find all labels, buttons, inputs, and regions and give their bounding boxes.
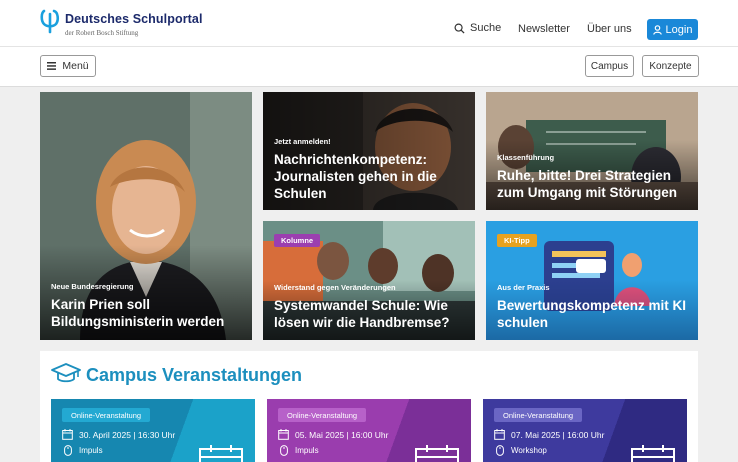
hamburger-icon	[47, 62, 57, 70]
calendar-icon	[199, 445, 243, 462]
graduation-cap-icon	[51, 363, 81, 383]
mouse-icon	[280, 445, 288, 456]
event-card[interactable]: Online-Veranstaltung 30. April 2025 | 16…	[51, 399, 255, 462]
article-tile-klassenfuehrung[interactable]: Klassenführung Ruhe, bitte! Drei Strateg…	[486, 92, 698, 210]
mouse-icon	[64, 445, 72, 456]
menu-label: Menü	[62, 60, 89, 72]
calendar-icon	[62, 429, 73, 440]
campus-button[interactable]: Campus	[585, 55, 634, 77]
calendar-icon	[494, 429, 505, 440]
logo-subtitle: der Robert Bosch Stiftung	[65, 29, 139, 37]
event-date: 30. April 2025 | 16:30 Uhr	[62, 429, 175, 440]
article-tile-ki[interactable]: KI-Tipp Aus der Praxis Bewertungskompete…	[486, 221, 698, 340]
campus-title: Campus Veranstaltungen	[86, 365, 303, 385]
calendar-icon	[278, 429, 289, 440]
tile-kicker: Jetzt anmelden!	[274, 137, 331, 146]
tile-kicker: Widerstand gegen Veränderungen	[274, 283, 396, 292]
login-button[interactable]: Login	[647, 19, 698, 40]
event-type: Impuls	[64, 445, 103, 456]
article-tile-nachrichten[interactable]: Jetzt anmelden! Nachrichtenkompetenz: Jo…	[263, 92, 475, 210]
campus-section: Campus Veranstaltungen Online-Veranstalt…	[40, 351, 698, 462]
mouse-icon	[496, 445, 504, 456]
search-icon	[454, 23, 465, 34]
menu-button[interactable]: Menü	[40, 55, 96, 77]
tile-headline[interactable]: Systemwandel Schule: Wie lösen wir die H…	[274, 297, 474, 331]
event-type: Workshop	[496, 445, 547, 456]
category-badge[interactable]: KI-Tipp	[497, 234, 537, 247]
event-tag: Online-Veranstaltung	[62, 408, 151, 422]
event-tag: Online-Veranstaltung	[494, 408, 583, 422]
event-tag: Online-Veranstaltung	[278, 408, 367, 422]
article-tile-prien[interactable]: Neue Bundesregierung Karin Prien soll Bi…	[40, 92, 252, 340]
about-link[interactable]: Über uns	[587, 23, 632, 35]
event-card[interactable]: Online-Veranstaltung 07. Mai 2025 | 16:0…	[483, 399, 687, 462]
logo-icon[interactable]	[40, 8, 60, 34]
event-date: 05. Mai 2025 | 16:00 Uhr	[278, 429, 388, 440]
event-type: Impuls	[280, 445, 319, 456]
logo-title[interactable]: Deutsches Schulportal	[65, 12, 203, 26]
login-label: Login	[665, 23, 693, 36]
user-icon	[652, 24, 662, 35]
category-badge[interactable]: Kolumne	[274, 234, 321, 247]
tile-kicker: Neue Bundesregierung	[51, 282, 134, 291]
tile-headline[interactable]: Nachrichtenkompetenz: Journalisten gehen…	[274, 151, 444, 202]
top-header: Deutsches Schulportal der Robert Bosch S…	[0, 0, 738, 47]
event-card[interactable]: Online-Veranstaltung 05. Mai 2025 | 16:0…	[267, 399, 471, 462]
search-button[interactable]: Suche	[454, 22, 501, 34]
search-label: Suche	[470, 22, 502, 34]
article-tile-kolumne[interactable]: Kolumne Widerstand gegen Veränderungen S…	[263, 221, 475, 340]
tile-kicker: Aus der Praxis	[497, 283, 550, 292]
tile-headline[interactable]: Bewertungskompetenz mit KI schulen	[497, 297, 697, 331]
calendar-icon	[631, 445, 675, 462]
tile-headline[interactable]: Ruhe, bitte! Drei Strategien zum Umgang …	[497, 167, 697, 201]
sub-navigation: Menü Campus Konzepte	[0, 47, 738, 87]
calendar-icon	[415, 445, 459, 462]
konzepte-button[interactable]: Konzepte	[642, 55, 699, 77]
event-date: 07. Mai 2025 | 16:00 Uhr	[494, 429, 604, 440]
newsletter-link[interactable]: Newsletter	[518, 23, 570, 35]
tile-headline[interactable]: Karin Prien soll Bildungsministerin werd…	[51, 296, 246, 330]
tile-kicker: Klassenführung	[497, 153, 555, 162]
